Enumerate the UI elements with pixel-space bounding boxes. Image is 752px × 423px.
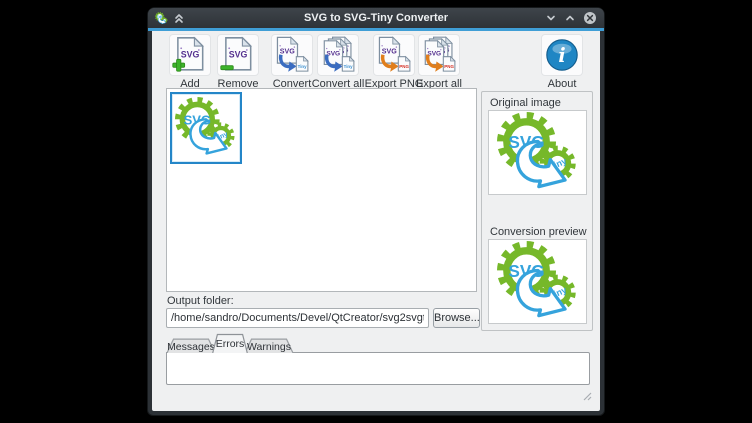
about-button[interactable]: i About — [534, 34, 590, 90]
browse-button[interactable]: Browse... — [433, 308, 480, 328]
tab-errors[interactable]: Errors — [212, 333, 248, 353]
about-label: About — [534, 78, 590, 90]
preview-panel: Original image Conversion preview — [481, 91, 593, 331]
svg-doc-plus-icon — [169, 34, 211, 76]
close-icon[interactable] — [583, 11, 597, 25]
conversion-preview-image — [488, 239, 587, 324]
svg-doc-blue-arrow-tiny-icon — [271, 34, 313, 76]
export-all-button[interactable]: Export all — [411, 34, 467, 90]
original-image-label: Original image — [490, 97, 561, 109]
maximize-icon[interactable] — [564, 12, 576, 24]
titlebar[interactable]: SVG to SVG-Tiny Converter — [148, 8, 604, 28]
tab-messages[interactable]: Messages — [166, 338, 216, 353]
svg-doc-minus-icon — [217, 34, 259, 76]
log-tabbar: Messages Errors Warnings — [166, 333, 290, 353]
svg-tiny-logo-thumbnail — [175, 97, 237, 159]
svg-doc-stack-orange-arrow-png-icon — [418, 34, 460, 76]
info-icon: i — [541, 34, 583, 76]
output-folder-label: Output folder: — [167, 295, 234, 307]
conversion-preview-label: Conversion preview — [490, 226, 587, 238]
file-list-item-selected[interactable] — [170, 92, 242, 164]
tab-errors-label: Errors — [212, 333, 248, 353]
svg-doc-stack-blue-arrow-tiny-icon — [317, 34, 359, 76]
convert-all-button[interactable]: Convert all — [308, 34, 368, 90]
app-icon — [155, 12, 168, 25]
svg-tiny-logo-original — [497, 112, 579, 194]
svg-tiny-logo-converted — [497, 241, 579, 323]
main-content: Add Remove Convert — [152, 31, 600, 411]
tab-warnings[interactable]: Warnings — [244, 338, 294, 353]
info-glyph: i — [558, 44, 565, 67]
tab-warnings-label: Warnings — [244, 338, 294, 353]
tab-messages-label: Messages — [166, 338, 216, 353]
original-image-preview — [488, 110, 587, 195]
minimize-icon[interactable] — [545, 12, 557, 24]
file-list[interactable] — [166, 88, 477, 292]
resize-grip[interactable] — [582, 388, 592, 406]
output-folder-input[interactable] — [166, 308, 429, 328]
app-window: SVG to SVG-Tiny Converter — [148, 8, 604, 415]
remove-button[interactable]: Remove — [210, 34, 266, 90]
log-output-area[interactable] — [166, 352, 590, 385]
keep-above-icon[interactable] — [173, 12, 185, 24]
svg-doc-orange-arrow-png-icon — [373, 34, 415, 76]
window-title: SVG to SVG-Tiny Converter — [148, 12, 604, 24]
